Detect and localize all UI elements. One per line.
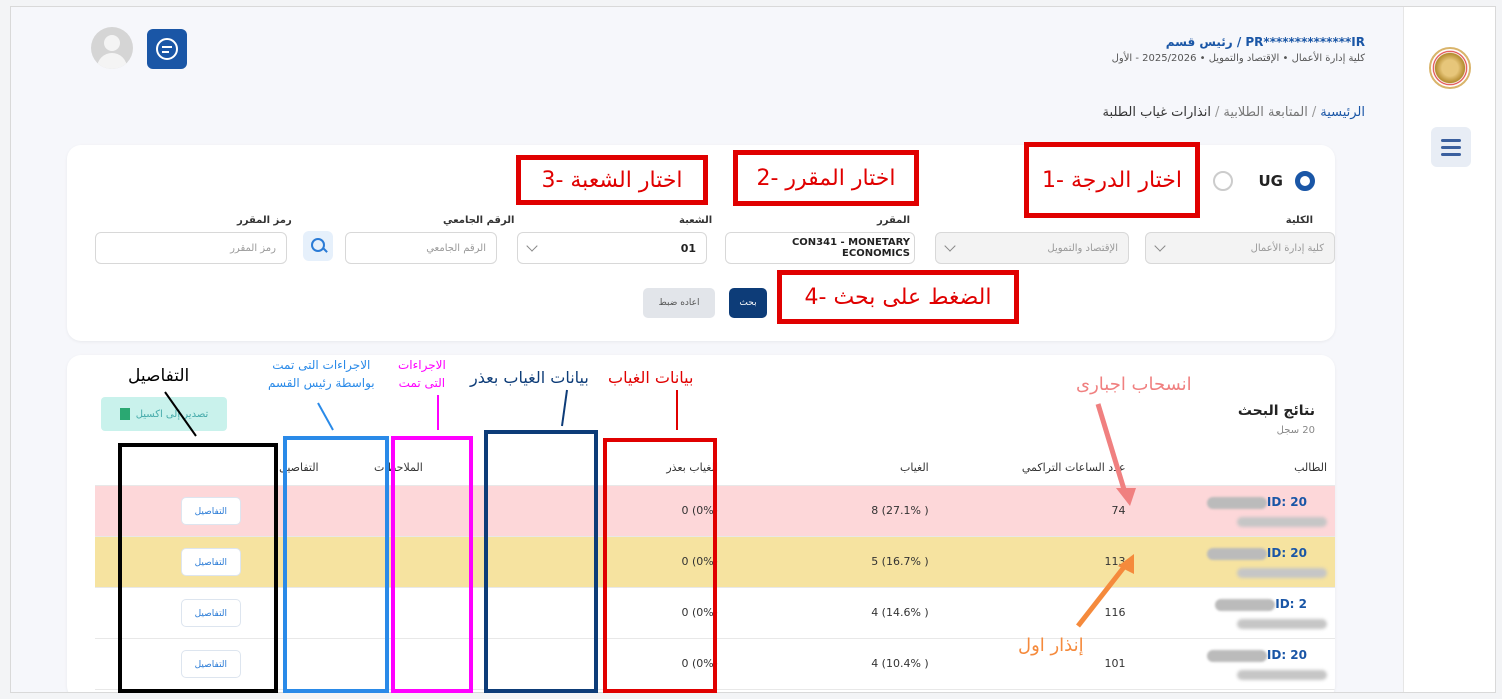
excused-arrow: [561, 389, 568, 427]
withdrawal-arrow: [1095, 403, 1129, 497]
details-arrow: [164, 391, 197, 437]
withdrawal-arrowhead: [1116, 488, 1136, 506]
annotation-arrows: [164, 389, 1136, 628]
dept-actions-arrow: [317, 402, 334, 431]
warning-arrow: [1076, 560, 1130, 628]
